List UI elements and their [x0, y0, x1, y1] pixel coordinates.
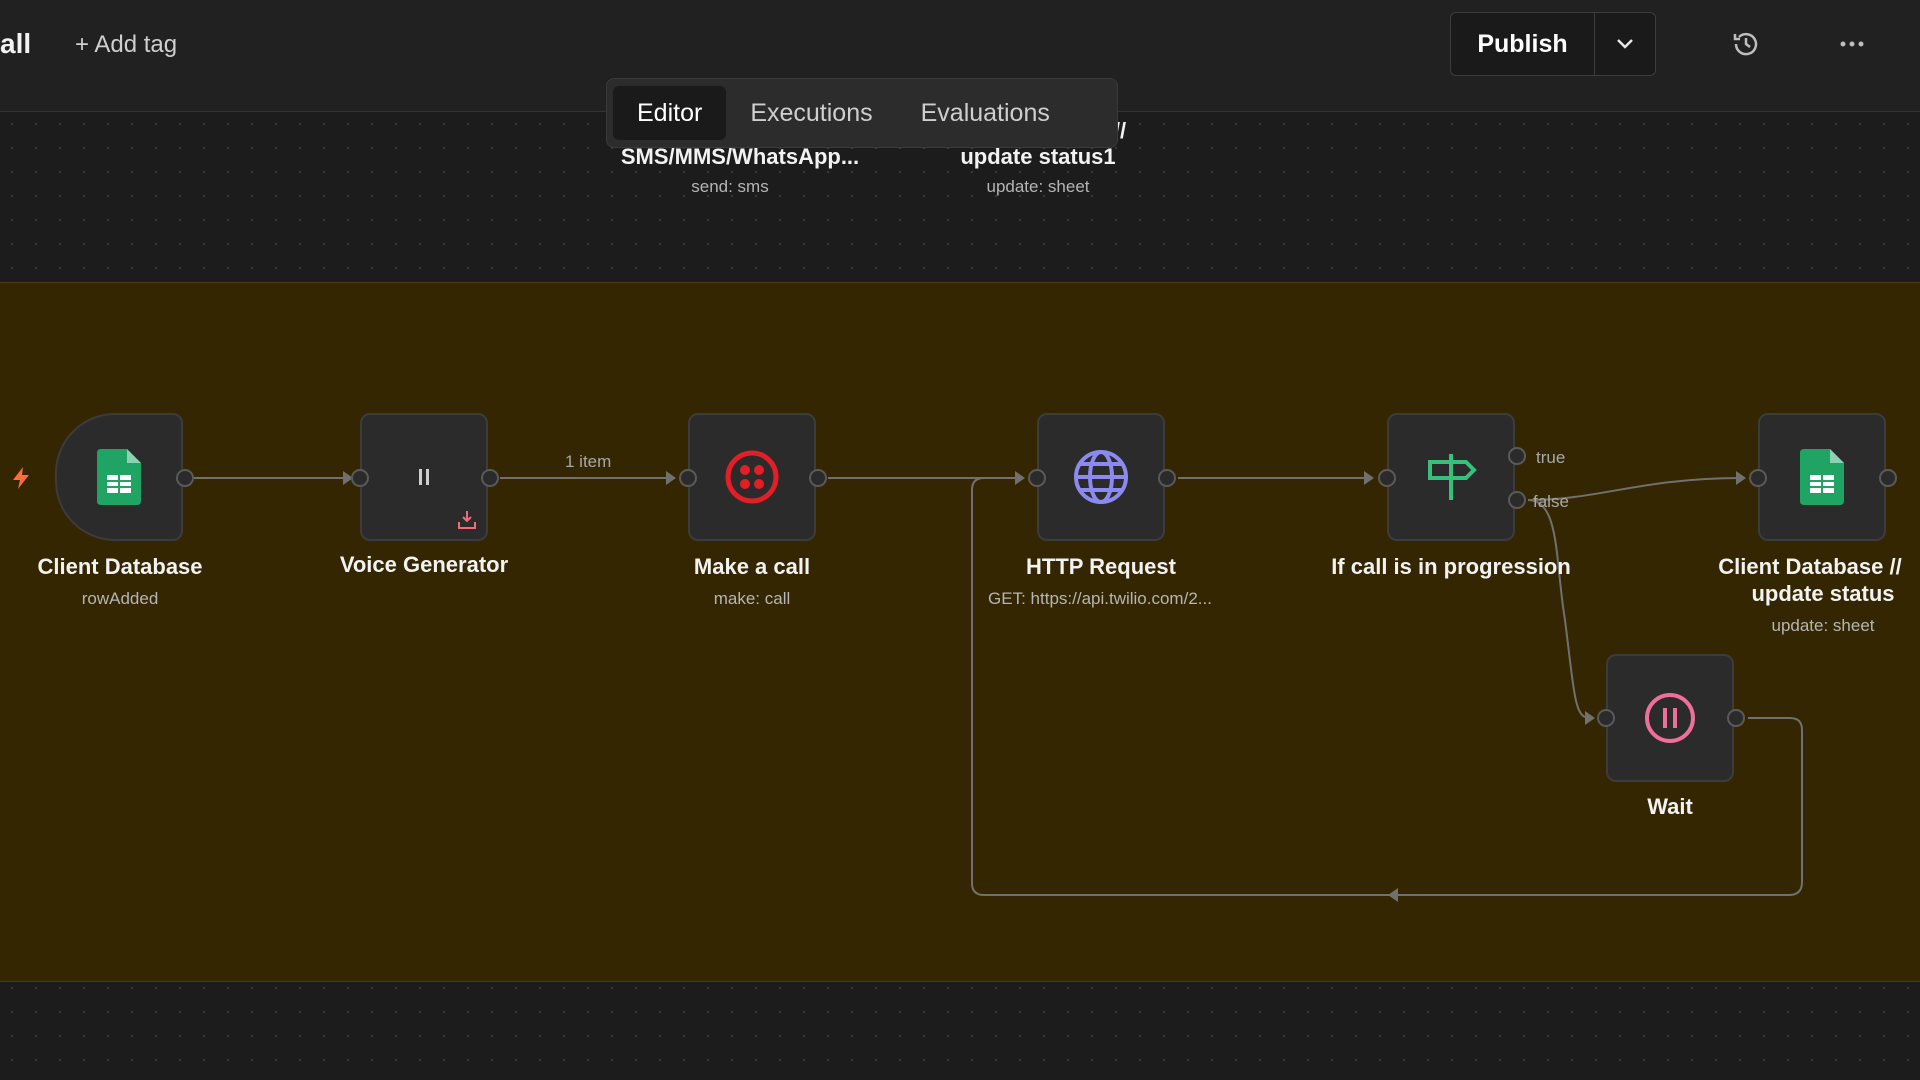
client-database-subtitle: rowAdded — [81, 589, 159, 608]
if-call-in-progression-label: If call is in progression — [1331, 554, 1571, 579]
add-tag-button[interactable]: + Add tag — [75, 31, 177, 59]
client-database-update-subtitle: update: sheet — [1771, 616, 1875, 635]
voice-generator-output-handle[interactable] — [481, 469, 499, 487]
http-request-subtitle: GET: https://api.twilio.com/2... — [988, 589, 1212, 608]
chevron-down-icon — [1617, 39, 1633, 49]
tab-editor[interactable]: Editor — [613, 86, 727, 140]
globe-icon — [1074, 450, 1128, 504]
publish-button-group: Publish — [1450, 12, 1656, 76]
edge-if-false-wait — [1527, 499, 1591, 719]
pause-circle-icon — [1645, 693, 1695, 743]
google-sheets-icon — [97, 449, 141, 505]
client-database-update-input-handle[interactable] — [1749, 469, 1767, 487]
tab-executions[interactable]: Executions — [726, 86, 896, 140]
client-database-update-node[interactable] — [1758, 413, 1886, 541]
http-request-label: HTTP Request — [1026, 554, 1176, 579]
make-a-call-input-handle[interactable] — [679, 469, 697, 487]
make-a-call-node[interactable] — [688, 413, 816, 541]
wait-label: Wait — [1647, 794, 1693, 819]
make-a-call-label: Make a call — [693, 554, 811, 579]
if-false-output-handle[interactable] — [1508, 491, 1526, 509]
more-options-button[interactable] — [1836, 28, 1868, 60]
if-call-in-progression-node[interactable] — [1387, 413, 1515, 541]
make-a-call-subtitle: make: call — [713, 589, 791, 608]
wait-node[interactable] — [1606, 654, 1734, 782]
history-icon — [1733, 32, 1758, 56]
pause-icon — [419, 469, 429, 485]
tab-evaluations[interactable]: Evaluations — [897, 86, 1074, 140]
wait-output-handle[interactable] — [1727, 709, 1745, 727]
edge-item-count: 1 item — [565, 452, 612, 471]
if-input-handle[interactable] — [1378, 469, 1396, 487]
client-database-label: Client Database — [37, 554, 203, 579]
voice-generator-label: Voice Generator — [339, 552, 509, 577]
http-request-output-handle[interactable] — [1158, 469, 1176, 487]
http-request-node[interactable] — [1037, 413, 1165, 541]
workflow-name[interactable]: all — [0, 28, 31, 60]
publish-options-button[interactable] — [1595, 13, 1655, 75]
client-database-node[interactable] — [55, 413, 183, 541]
make-a-call-output-handle[interactable] — [809, 469, 827, 487]
if-true-output-handle[interactable] — [1508, 447, 1526, 465]
if-false-label: false — [1533, 492, 1569, 511]
client-database-output-handle[interactable] — [176, 469, 194, 487]
wait-input-handle[interactable] — [1597, 709, 1615, 727]
history-button[interactable] — [1730, 28, 1762, 60]
signpost-icon — [1428, 454, 1477, 500]
client-database-update-label: Client Database // — [1718, 554, 1902, 579]
twilio-icon — [725, 450, 779, 504]
if-true-label: true — [1536, 448, 1566, 467]
trigger-bolt-icon — [10, 466, 32, 495]
client-database-update-output-handle[interactable] — [1879, 469, 1897, 487]
client-database-update-label-line2: update status — [1751, 581, 1895, 606]
voice-generator-input-handle[interactable] — [351, 469, 369, 487]
view-tabs: Editor Executions Evaluations — [606, 78, 1118, 148]
more-horizontal-icon — [1840, 41, 1864, 47]
publish-button[interactable]: Publish — [1451, 13, 1595, 75]
voice-generator-node[interactable] — [360, 413, 488, 541]
connections-layer — [194, 471, 1803, 902]
google-sheets-icon — [1800, 449, 1844, 505]
pinned-data-icon — [458, 511, 476, 529]
http-request-input-handle[interactable] — [1028, 469, 1046, 487]
